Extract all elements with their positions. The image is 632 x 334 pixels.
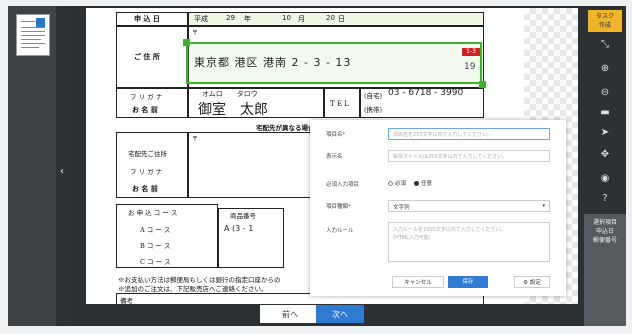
rule-placeholder-line-1: 入力ルールを1000文字以内で入力してください。 (393, 227, 506, 233)
cancel-button[interactable]: キャンセル (392, 276, 444, 288)
create-task-line-1: タスク (595, 13, 614, 20)
collapse-panel-handle[interactable]: ‹ (56, 6, 70, 326)
footnote-2: ※追加のご注文は、下記販売店へご連絡ください。 (118, 285, 268, 293)
radio-optional-label: 任意 (421, 181, 433, 187)
date-day-unit: 日 (338, 15, 345, 23)
name-value: 御室 太郎 (198, 102, 268, 118)
info-item-1: 申込日 (595, 228, 614, 235)
delivery-furigana-label: フ リ ガ ナ (130, 168, 163, 176)
app-frame: ‹ 申 込 日 平成 29 年 10 月 20 日 ご 住 所 〒 東京都 港区… (0, 0, 632, 334)
selection-info-panel: 選択項目 申込日 郵便番号 (584, 214, 626, 326)
info-item-0: 選択項目 (592, 219, 617, 226)
date-month: 10 (282, 14, 291, 22)
type-select[interactable]: 文字列 ▾ (388, 200, 550, 212)
course-a-value: A (3 - 1 (224, 224, 254, 233)
name-label: お 名 前 (132, 105, 158, 114)
date-year: 29 (226, 14, 235, 22)
prev-button[interactable]: 前へ (260, 305, 320, 323)
radio-required-label: 必須 (395, 181, 407, 187)
furigana-value: オムロ タロウ (202, 90, 258, 98)
tel-home-label: (自宅) (364, 92, 383, 100)
item-name-input[interactable]: 項目名を255文字以内で入力してください。 (388, 128, 550, 140)
field-settings-dialog: 項目名* 項目名を255文字以内で入力してください。 表示名 帳票タイトルは25… (310, 120, 566, 296)
gear-icon: ⚙ (523, 280, 529, 286)
radio-optional[interactable]: 任意 (414, 179, 432, 187)
date-day: 20 (326, 14, 335, 22)
resize-handle-top-left[interactable] (183, 39, 190, 46)
rule-placeholder-line-2: (HTML入力可能) (393, 235, 431, 241)
info-item-2: 郵便番号 (592, 237, 617, 244)
resize-handle-bottom-right[interactable] (479, 81, 486, 88)
date-era: 平成 (194, 15, 208, 23)
eye-icon[interactable]: ◉ (593, 170, 617, 188)
navigation-bar: 前へ 次へ (70, 304, 584, 326)
course-b-label: B コ ー ス (140, 242, 171, 250)
radio-required-icon (388, 181, 393, 186)
item-name-label: 項目名* (326, 132, 346, 138)
field-badge: 1-3 (462, 48, 480, 56)
next-button[interactable]: 次へ (316, 305, 364, 323)
chevron-left-icon: ‹ (60, 166, 64, 177)
save-button[interactable]: 保存 (448, 276, 488, 288)
move-icon[interactable]: ✥ (593, 146, 617, 164)
zoom-in-icon[interactable]: ⊕ (593, 60, 617, 78)
address-value: 東京都 港区 港南 2 - 3 - 13 (194, 56, 352, 69)
thumbnail-panel (8, 6, 56, 326)
page-thumbnail[interactable] (16, 14, 50, 56)
address-label: ご 住 所 (134, 52, 160, 61)
help-icon[interactable]: ? (593, 190, 617, 208)
tel-label: T E L (330, 100, 349, 108)
chevron-down-icon: ▾ (542, 203, 545, 209)
remarks-label: 備考 (120, 297, 133, 304)
rule-textarea[interactable]: 入力ルールを1000文字以内で入力してください。 (HTML入力可能) (388, 222, 550, 262)
type-label: 項目種類* (326, 204, 351, 210)
required-label: 必須入力項目 (326, 182, 360, 188)
date-year-unit: 年 (244, 15, 251, 23)
date-label: 申 込 日 (134, 14, 160, 23)
create-task-button[interactable]: タスク 作成 (588, 10, 622, 32)
type-select-value: 文字列 (393, 205, 410, 211)
date-month-unit: 月 (298, 15, 305, 23)
settings-button-label: 設定 (529, 280, 541, 286)
pointer-icon[interactable]: ➤ (593, 124, 617, 142)
field-badge-side: 19 (464, 62, 476, 72)
delivery-address-label: 宅配先ご住所 (128, 150, 167, 158)
display-name-label: 表示名 (326, 154, 343, 160)
delivery-name-label: お 名 前 (132, 184, 158, 193)
tel-mobile-label: (携帯) (364, 106, 383, 114)
right-toolbar: タスク作成 ⤡ ⊕ ⊖ ▬ ➤ ✥ ◉ ? 選択項目 申込日 郵便番号 (584, 6, 626, 326)
rule-label: 入力ルール (326, 228, 354, 234)
settings-button[interactable]: ⚙ 設定 (514, 276, 550, 288)
product-label: 商品番号 (230, 212, 256, 220)
furigana-label: フ リ ガ ナ (130, 93, 163, 101)
postal-mark: 〒 (192, 30, 199, 37)
course-label: お 申 込 コ ー ス (128, 209, 178, 217)
create-task-line-2: 作成 (598, 22, 611, 29)
fit-screen-icon[interactable]: ⤡ (593, 36, 617, 54)
course-c-label: C コ ー ス (140, 258, 171, 266)
radio-required[interactable]: 必須 (388, 179, 406, 187)
radio-optional-icon (414, 181, 419, 186)
course-a-label: A コ ー ス (140, 226, 171, 234)
delivery-postal-mark: 〒 (192, 136, 199, 143)
zoom-out-icon[interactable]: ⊖ (593, 84, 617, 102)
tel-number: 03 - 6718 - 3990 (388, 88, 464, 98)
thumbnail-check-icon (36, 18, 45, 27)
rectangle-tool-icon[interactable]: ▬ (593, 104, 617, 122)
display-name-input[interactable]: 帳票タイトルは255文字以内で入力してください。 (388, 150, 550, 162)
